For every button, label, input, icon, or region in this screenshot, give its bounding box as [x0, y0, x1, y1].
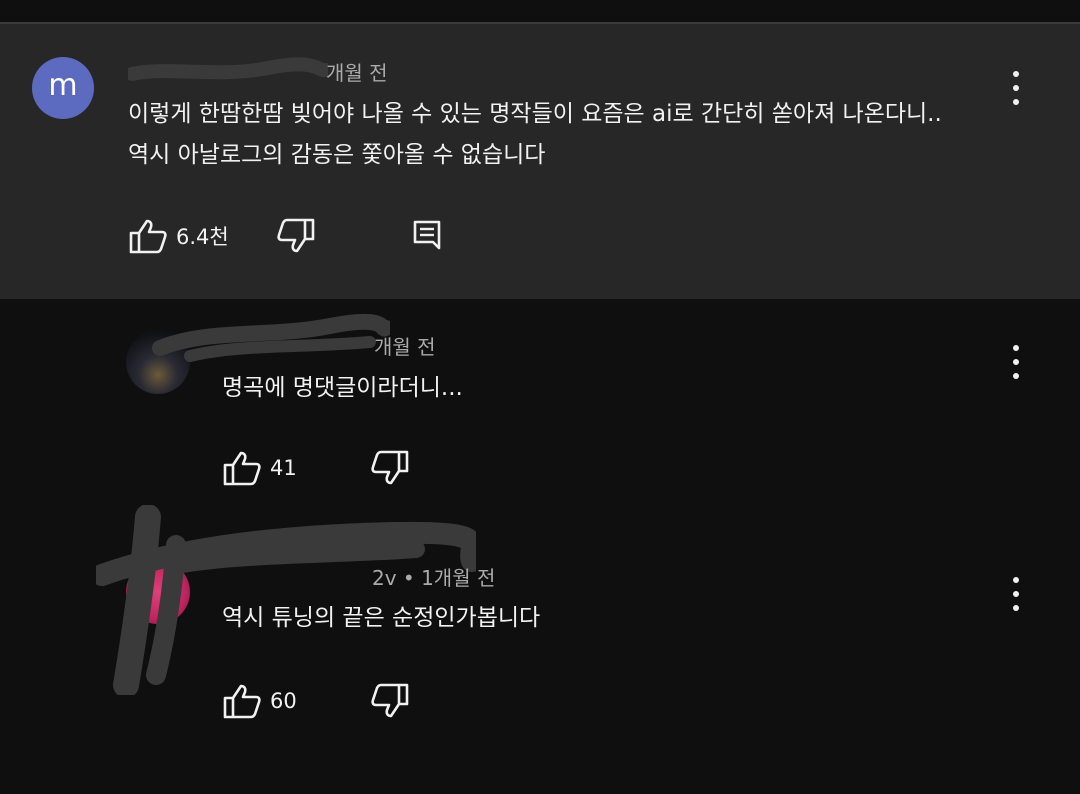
more-vert-icon[interactable] — [1006, 68, 1026, 108]
avatar[interactable] — [126, 330, 190, 394]
comment-time: 2v • 1개월 전 — [372, 566, 496, 590]
dislike-icon — [371, 683, 409, 718]
like-count: 41 — [270, 456, 297, 480]
like-icon — [223, 451, 261, 486]
reply-icon — [413, 220, 441, 250]
comment-time: 개월 전 — [374, 335, 436, 359]
comment-text-line: 이렇게 한땀한땀 빚어야 나올 수 있는 명작들이 요즘은 ai로 간단히 쏟아… — [128, 101, 942, 127]
like-count: 60 — [270, 689, 297, 713]
avatar[interactable]: m — [32, 57, 94, 119]
like-count: 6.4천 — [176, 225, 229, 249]
like-icon — [129, 219, 167, 254]
dislike-button[interactable] — [370, 450, 410, 486]
like-icon — [223, 684, 261, 719]
dislike-icon — [277, 218, 315, 253]
comment-text-line: 역시 아날로그의 감동은 쫓아올 수 없습니다 — [128, 142, 546, 168]
like-button[interactable]: 60 — [222, 683, 297, 719]
like-button[interactable]: 6.4천 — [128, 218, 229, 254]
like-button[interactable]: 41 — [222, 450, 297, 486]
avatar-letter: m — [48, 68, 78, 103]
dislike-icon — [371, 450, 409, 485]
comment-time: 개월 전 — [326, 61, 388, 85]
more-vert-icon[interactable] — [1006, 342, 1026, 382]
more-vert-icon[interactable] — [1006, 574, 1026, 614]
top-divider — [0, 0, 1080, 24]
comment-text-line: 명곡에 명댓글이라더니... — [222, 375, 463, 401]
dislike-button[interactable] — [370, 683, 410, 719]
comment-text-line: 역시 튜닝의 끝은 순정인가봅니다 — [222, 605, 541, 631]
dislike-button[interactable] — [276, 218, 316, 254]
avatar[interactable] — [126, 560, 190, 624]
reply-button[interactable] — [412, 218, 442, 254]
